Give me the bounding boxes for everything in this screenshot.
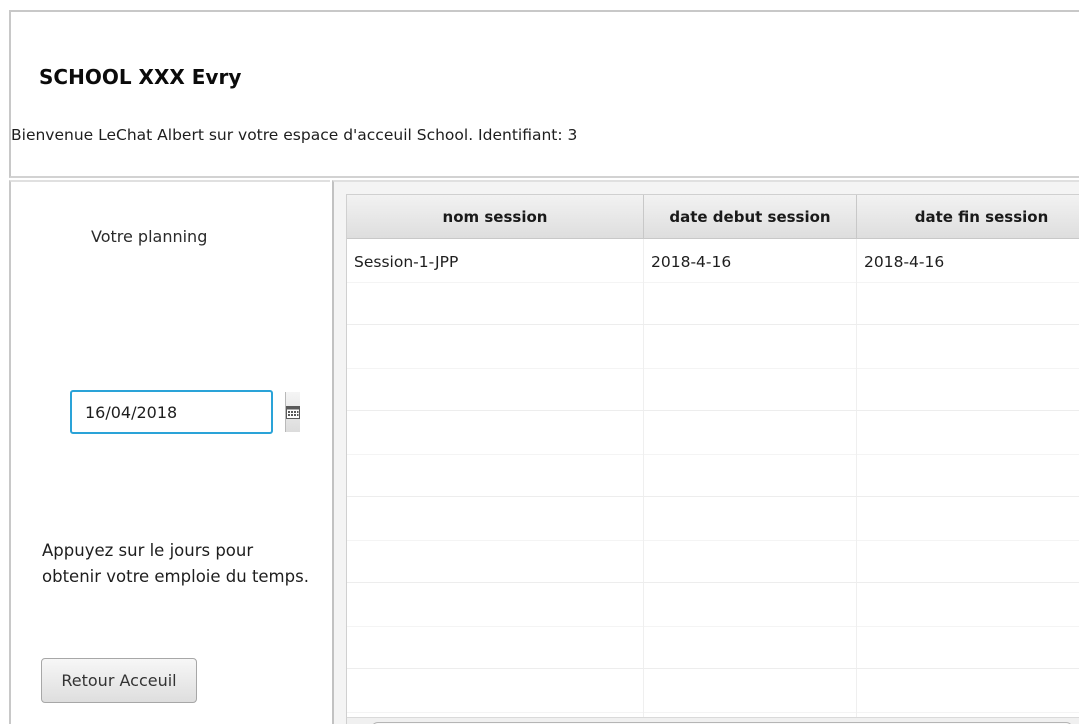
table-row-empty [347, 583, 1079, 669]
calendar-button[interactable] [285, 392, 300, 432]
school-title: SCHOOL XXX Evry [39, 65, 242, 89]
empty-cell [644, 325, 857, 410]
date-picker[interactable] [70, 390, 300, 434]
column-header-date-debut[interactable]: date debut session [644, 195, 857, 238]
sessions-table: nom session date debut session date fin … [346, 194, 1079, 724]
empty-cell [644, 583, 857, 668]
sessions-table-panel: nom session date debut session date fin … [332, 180, 1079, 724]
empty-cell [857, 497, 1079, 582]
table-row-empty [347, 497, 1079, 583]
column-header-date-fin[interactable]: date fin session [857, 195, 1079, 238]
table-row-empty [347, 325, 1079, 411]
table-row-empty [347, 669, 1079, 724]
empty-cell [347, 411, 644, 496]
cell-nom-session: Session-1-JPP [347, 239, 644, 324]
cell-date-fin: 2018-4-16 [857, 239, 1079, 324]
empty-cell [857, 583, 1079, 668]
calendar-icon [286, 405, 300, 419]
empty-cell [857, 411, 1079, 496]
empty-cell [347, 583, 644, 668]
empty-cell [347, 325, 644, 410]
date-input[interactable] [72, 392, 285, 432]
instructions-text: Appuyez sur le jours pour obtenir votre … [42, 541, 309, 586]
empty-cell [347, 669, 644, 724]
table-row[interactable]: Session-1-JPP 2018-4-16 2018-4-16 [347, 239, 1079, 325]
empty-cell [857, 325, 1079, 410]
back-home-button[interactable]: Retour Acceuil [41, 658, 197, 703]
table-row-empty [347, 411, 1079, 497]
empty-cell [644, 497, 857, 582]
table-body: Session-1-JPP 2018-4-16 2018-4-16 [347, 239, 1079, 724]
horizontal-scrollbar[interactable]: ‹ [347, 717, 1079, 724]
app-window: SCHOOL XXX Evry Bienvenue LeChat Albert … [0, 0, 1079, 724]
header-panel: SCHOOL XXX Evry Bienvenue LeChat Albert … [9, 10, 1079, 178]
empty-cell [644, 669, 857, 724]
empty-cell [857, 669, 1079, 724]
cell-date-debut: 2018-4-16 [644, 239, 857, 324]
empty-cell [347, 497, 644, 582]
planning-label: Votre planning [91, 227, 208, 246]
column-header-nom-session[interactable]: nom session [347, 195, 644, 238]
table-header: nom session date debut session date fin … [347, 195, 1079, 239]
scroll-left-arrow-icon[interactable]: ‹ [353, 720, 359, 724]
left-panel: Votre planning Appuyez sur le jours pour… [9, 180, 330, 724]
welcome-message: Bienvenue LeChat Albert sur votre espace… [11, 126, 578, 144]
empty-cell [644, 411, 857, 496]
